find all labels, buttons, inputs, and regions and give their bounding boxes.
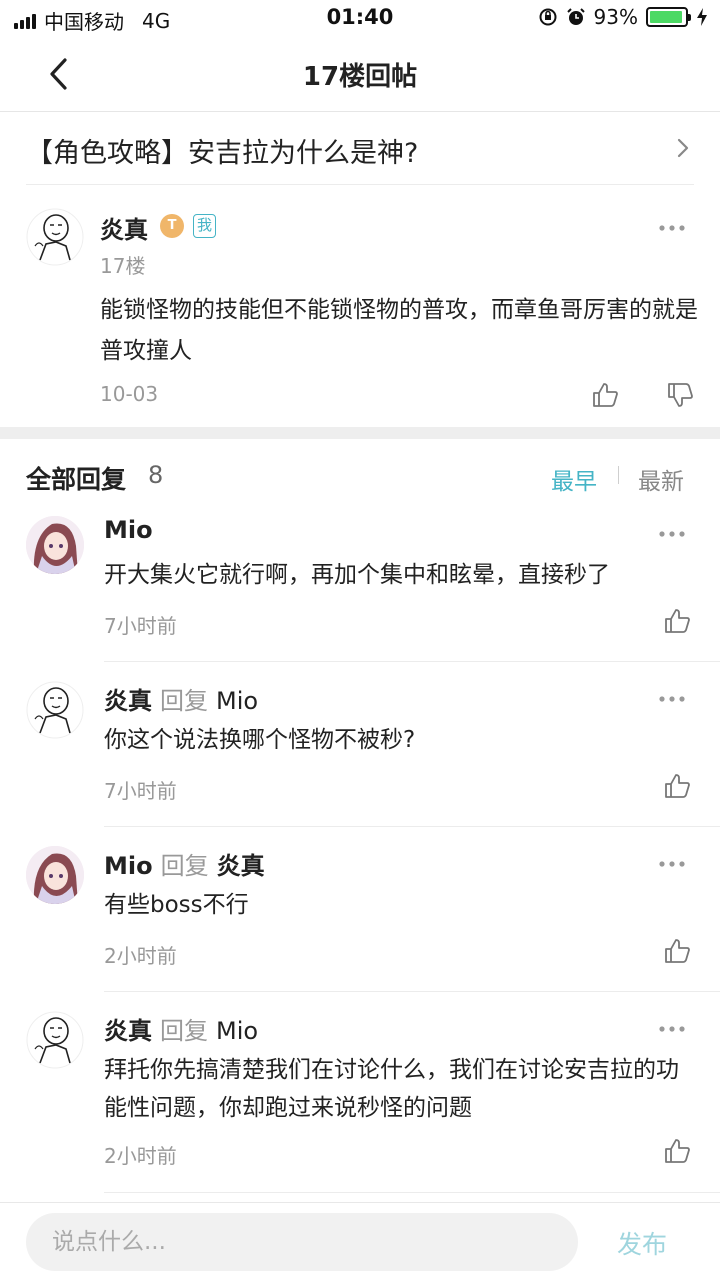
reply-time: 2小时前 [104,1144,177,1168]
thumbs-up-icon [665,774,690,798]
thumbs-down-icon [668,383,693,407]
divider [104,826,720,827]
reply-author[interactable]: 炎真 [104,687,152,715]
reply-item: 炎真 回复 Mio 你这个说法换哪个怪物不被秒? 7小时前 [0,669,720,827]
replies-title: 全部回复 [26,465,127,494]
reply-content: 开大集火它就行啊，再加个集中和眩晕，直接秒了 [104,562,610,588]
reply-content: 有些boss不行 [104,892,249,918]
more-dots-icon [659,1026,685,1032]
alarm-icon [566,8,585,25]
replies-count: 8 [148,461,164,489]
sort-latest-tab[interactable]: 最新 [638,462,684,496]
reply-time: 7小时前 [104,614,177,638]
more-dots-icon [659,861,685,867]
more-options-button[interactable] [654,687,690,711]
avatar[interactable] [26,1011,84,1069]
thread-title: 【角色攻略】安吉拉为什么是神? [26,138,419,169]
like-button[interactable] [659,933,695,969]
reply-target[interactable]: Mio [216,687,258,715]
thread-link[interactable]: 【角色攻略】安吉拉为什么是神? [0,113,720,185]
floor-number: 17楼 [100,254,146,278]
meme-face-avatar-icon [26,1011,84,1069]
thumbs-up-icon [665,939,690,963]
more-dots-icon [659,225,685,231]
dislike-button[interactable] [662,377,698,413]
thumbs-up-icon [665,609,690,633]
divider [26,184,694,185]
anime-girl-avatar-icon [26,516,84,574]
reply-item: 炎真 回复 Mio 拜托你先搞清楚我们在讨论什么，我们在讨论安吉拉的功能性问题，你却… [0,999,720,1195]
thumbs-up-icon [593,383,618,407]
divider [104,991,720,992]
anime-girl-avatar-icon [26,846,84,904]
section-separator [0,427,720,439]
like-button[interactable] [659,1133,695,1169]
avatar[interactable] [26,208,84,266]
more-options-button[interactable] [654,522,690,546]
charging-icon [697,8,707,26]
avatar[interactable] [26,681,84,739]
comment-bar: 发布 [0,1202,720,1280]
publish-button[interactable]: 发布 [617,1225,667,1261]
more-dots-icon [659,531,685,537]
sort-earliest-tab[interactable]: 最早 [551,462,597,496]
reply-item: Mio 回复 炎真 有些boss不行 2小时前 [0,834,720,992]
reply-author[interactable]: 炎真 [104,1017,152,1045]
status-bar: 中国移动 4G 01:40 93% [0,0,720,36]
more-options-button[interactable] [654,1017,690,1041]
reply-content: 拜托你先搞清楚我们在讨论什么，我们在讨论安吉拉的功能性问题，你却跑过来说秒怪的问… [104,1057,679,1121]
reply-target[interactable]: Mio [216,1017,258,1045]
reply-verb: 回复 [160,687,208,715]
more-options-button[interactable] [654,216,690,240]
reply-time: 7小时前 [104,779,177,803]
orientation-lock-icon [539,8,557,26]
thumbs-up-icon [665,1139,690,1163]
floor-author[interactable]: 炎真 [100,210,148,245]
like-button[interactable] [659,603,695,639]
avatar[interactable] [26,846,84,904]
nav-bar: 17楼回帖 [0,36,720,112]
like-button[interactable] [659,768,695,804]
reply-verb: 回复 [160,1017,208,1045]
meme-face-avatar-icon [26,208,84,266]
divider [104,661,720,662]
more-dots-icon [659,696,685,702]
comment-input[interactable] [26,1213,578,1271]
like-button[interactable] [587,377,623,413]
divider [104,1192,720,1193]
reply-verb: 回复 [160,852,209,880]
reply-content: 你这个说法换哪个怪物不被秒? [104,727,416,753]
reply-author[interactable]: Mio [104,852,153,880]
reply-author[interactable]: Mio [104,516,153,544]
page-title: 17楼回帖 [302,62,418,92]
chevron-right-icon [677,138,689,158]
level-badge: T [160,214,184,238]
reply-target[interactable]: 炎真 [217,852,265,880]
floor-content: 能锁怪物的技能但不能锁怪物的普攻，而章鱼哥厉害的就是普攻撞人 [100,297,698,364]
battery-percent: 93% [593,5,638,29]
me-badge: 我 [193,214,217,238]
battery-icon [646,7,691,27]
floor-date: 10-03 [100,382,159,406]
avatar[interactable] [26,516,84,574]
reply-time: 2小时前 [104,944,177,968]
sort-divider [618,466,619,484]
meme-face-avatar-icon [26,681,84,739]
reply-item: Mio 开大集火它就行啊，再加个集中和眩晕，直接秒了 7小时前 [0,504,720,662]
more-options-button[interactable] [654,852,690,876]
